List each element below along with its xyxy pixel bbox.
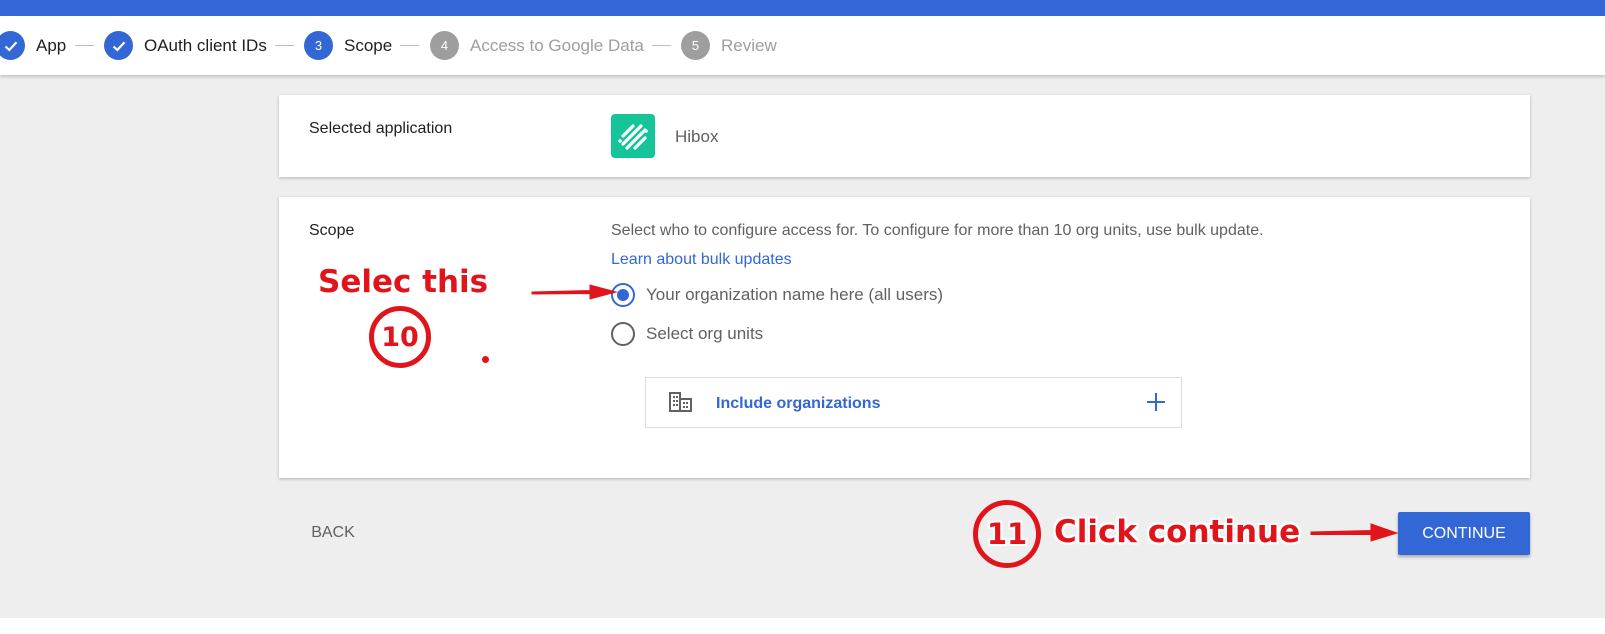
radio-select-org-units[interactable]: Select org units [611,322,763,346]
step-label: Scope [344,35,393,55]
scope-description: Select who to configure access for. To c… [611,222,1264,239]
bottom-strip [0,618,1605,634]
annotation-arrow-icon [531,284,618,300]
check-icon [104,31,133,60]
building-icon [668,390,694,419]
annotation-step11-number: 11 [986,517,1028,551]
step-review[interactable]: 5 Review [681,16,777,75]
step-label: App [36,35,67,55]
step-number: 4 [430,31,459,60]
annotation-arrow-icon [1310,523,1399,542]
step-divider [652,45,671,46]
step-oauth-client-ids[interactable]: OAuth client IDs [104,16,267,75]
step-divider [275,45,294,46]
back-button[interactable]: BACK [296,515,370,551]
step-label: Review [721,35,777,55]
annotation-step10-number: 10 [381,321,419,353]
step-app[interactable]: App [0,16,66,75]
step-number: 5 [681,31,710,60]
annotation-step10-text: Selec this [318,264,489,300]
step-label: Access to Google Data [470,35,644,55]
hibox-logo-icon [611,114,655,158]
plus-icon[interactable] [1144,389,1168,420]
include-organizations-label: Include organizations [716,395,881,412]
setup-stepper: App OAuth client IDs 3 Scope 4 Access to… [0,16,1605,75]
radio-unchecked-icon[interactable] [611,322,635,346]
scope-label: Scope [309,222,355,239]
step-divider [400,45,419,46]
annotation-dot [482,356,489,363]
top-color-bar [0,0,1605,16]
step-number: 3 [304,31,333,60]
annotation-step10-circle: 10 [369,306,431,368]
step-divider [75,45,94,46]
learn-bulk-updates-link[interactable]: Learn about bulk updates [611,251,792,269]
annotation-step11-circle: 11 [973,500,1041,568]
check-icon [0,31,25,60]
selected-application-label: Selected application [309,120,453,137]
step-label: OAuth client IDs [144,35,267,55]
radio-label: Your organization name here (all users) [646,285,944,304]
radio-all-users[interactable]: Your organization name here (all users) [611,283,943,307]
step-access-to-google-data[interactable]: 4 Access to Google Data [430,16,644,75]
selected-application-card [279,95,1530,177]
include-organizations-button[interactable]: Include organizations [645,377,1182,428]
continue-button[interactable]: CONTINUE [1398,512,1530,555]
step-scope[interactable]: 3 Scope [304,16,392,75]
radio-label: Select org units [646,324,764,343]
annotation-step11-text: Click continue [1054,514,1301,550]
app-name: Hibox [675,127,719,146]
